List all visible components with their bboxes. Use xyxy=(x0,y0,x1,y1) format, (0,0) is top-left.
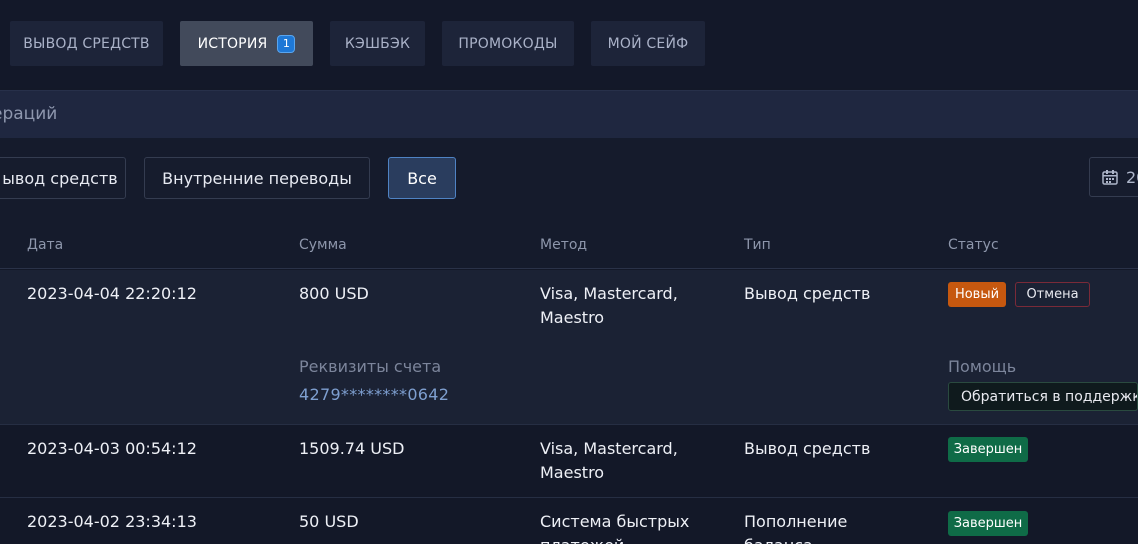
row-method-line2: Maestro xyxy=(540,463,605,482)
filter-internal-transfers-button[interactable]: Внутренние переводы xyxy=(144,157,370,199)
tab-label: Кэшбэк xyxy=(344,35,411,52)
table-row[interactable]: 2023-04-04 22:20:12 800 USD Visa, Master… xyxy=(0,270,1138,425)
row-type-line2: баланса xyxy=(744,534,813,544)
status-badge: Завершен xyxy=(948,437,1028,462)
tab-label: История xyxy=(197,35,268,52)
tab-withdraw[interactable]: Вывод средств xyxy=(10,21,163,66)
filter-withdraw-button[interactable]: ывод средств xyxy=(0,157,126,199)
row-date: 2023-04-02 23:34:13 xyxy=(27,512,197,531)
history-count-badge: 1 xyxy=(277,34,296,53)
account-details-label: Реквизиты счета xyxy=(299,357,442,376)
tab-my-safe[interactable]: Мой сейф xyxy=(591,21,705,66)
row-method-line1: Visa, Mastercard, xyxy=(540,439,678,458)
status-badge: Новый xyxy=(948,282,1006,307)
row-amount: 50 USD xyxy=(299,512,359,531)
row-method-line1: Visa, Mastercard, xyxy=(540,284,678,303)
tab-label: Промокоды xyxy=(458,35,558,52)
row-method-line2: платежей xyxy=(540,534,624,544)
table-row[interactable]: 2023-04-03 00:54:12 1509.74 USD Visa, Ma… xyxy=(0,425,1138,498)
col-date-header: Дата xyxy=(27,237,64,253)
calendar-icon xyxy=(1102,170,1118,185)
row-type: Вывод средств xyxy=(744,439,871,458)
contact-support-button[interactable]: Обратиться в поддержку xyxy=(948,382,1138,411)
col-status-header: Статус xyxy=(948,237,999,253)
date-range-text: 20 xyxy=(1126,167,1138,187)
help-label: Помощь xyxy=(948,357,1017,376)
cancel-button[interactable]: Отмена xyxy=(1015,282,1090,307)
col-method-header: Метод xyxy=(540,237,588,253)
tab-cashback[interactable]: Кэшбэк xyxy=(330,21,425,66)
col-amount-header: Сумма xyxy=(299,237,347,253)
row-method-line2: Maestro xyxy=(540,308,605,327)
row-type-line1: Пополнение xyxy=(744,512,848,531)
page: Вывод средств История 1 Кэшбэк Промокоды… xyxy=(0,0,1138,544)
tab-promocodes[interactable]: Промокоды xyxy=(442,21,574,66)
row-date: 2023-04-04 22:20:12 xyxy=(27,284,197,303)
row-amount: 800 USD xyxy=(299,284,369,303)
date-range-button[interactable]: 20 xyxy=(1089,157,1138,197)
col-type-header: Тип xyxy=(744,237,771,253)
filter-bar: ывод средств Внутренние переводы Все 20 xyxy=(0,138,1138,216)
row-date: 2023-04-03 00:54:12 xyxy=(27,439,197,458)
tab-label: Вывод средств xyxy=(23,35,150,52)
filter-label: ывод средств xyxy=(2,168,118,188)
filter-label: Внутренние переводы xyxy=(162,168,352,188)
table-header: Дата Сумма Метод Тип Статус xyxy=(0,216,1138,269)
top-nav: Вывод средств История 1 Кэшбэк Промокоды… xyxy=(0,0,1138,88)
row-method-line1: Система быстрых xyxy=(540,512,690,531)
status-badge: Завершен xyxy=(948,511,1028,536)
section-title: ераций xyxy=(0,104,58,124)
tab-history[interactable]: История 1 xyxy=(180,21,313,66)
row-amount: 1509.74 USD xyxy=(299,439,405,458)
filter-all-button[interactable]: Все xyxy=(388,157,456,199)
tab-label: Мой сейф xyxy=(607,35,689,52)
row-type: Вывод средств xyxy=(744,284,871,303)
filter-label: Все xyxy=(407,168,437,188)
account-details-value: 4279********0642 xyxy=(299,385,450,404)
table-row[interactable]: 2023-04-02 23:34:13 50 USD Система быстр… xyxy=(0,498,1138,544)
section-header: ераций xyxy=(0,90,1138,138)
